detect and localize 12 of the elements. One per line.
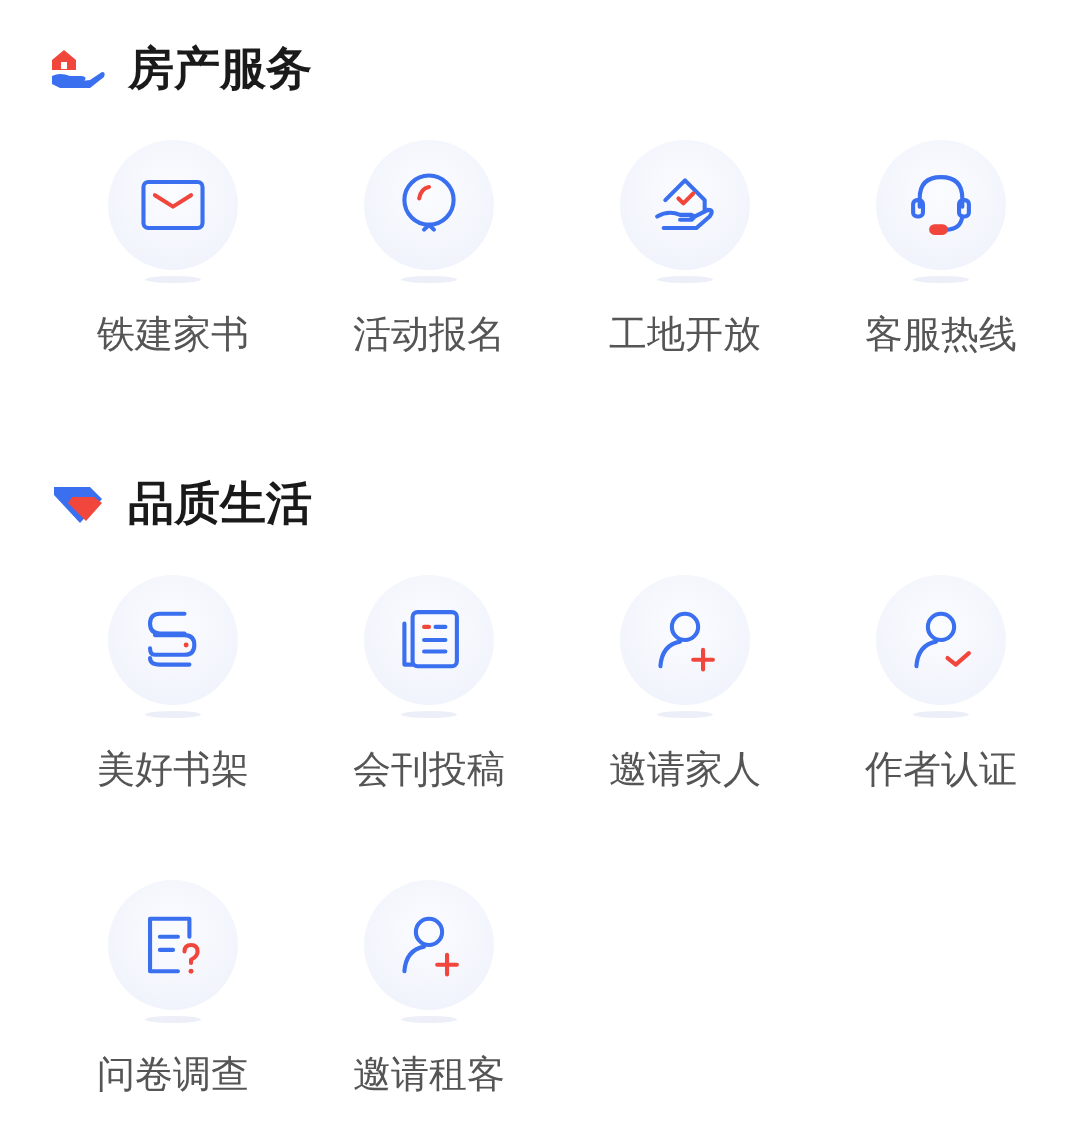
section-title: 品质生活 bbox=[128, 475, 312, 532]
service-button[interactable]: 美好书架 bbox=[45, 575, 301, 795]
service-button[interactable]: 邀请家人 bbox=[557, 575, 813, 795]
service-button[interactable]: 问卷调查 bbox=[45, 880, 301, 1100]
service-button[interactable]: 客服热线 bbox=[813, 140, 1069, 360]
service-button[interactable]: 工地开放 bbox=[557, 140, 813, 360]
service-button[interactable]: 作者认证 bbox=[813, 575, 1069, 795]
service-button[interactable]: 会刊投稿 bbox=[301, 575, 557, 795]
section-title: 房产服务 bbox=[128, 40, 312, 97]
service-button[interactable]: 邀请租客 bbox=[301, 880, 557, 1100]
service-button[interactable]: 活动报名 bbox=[301, 140, 557, 360]
service-button[interactable]: 铁建家书 bbox=[45, 140, 301, 360]
